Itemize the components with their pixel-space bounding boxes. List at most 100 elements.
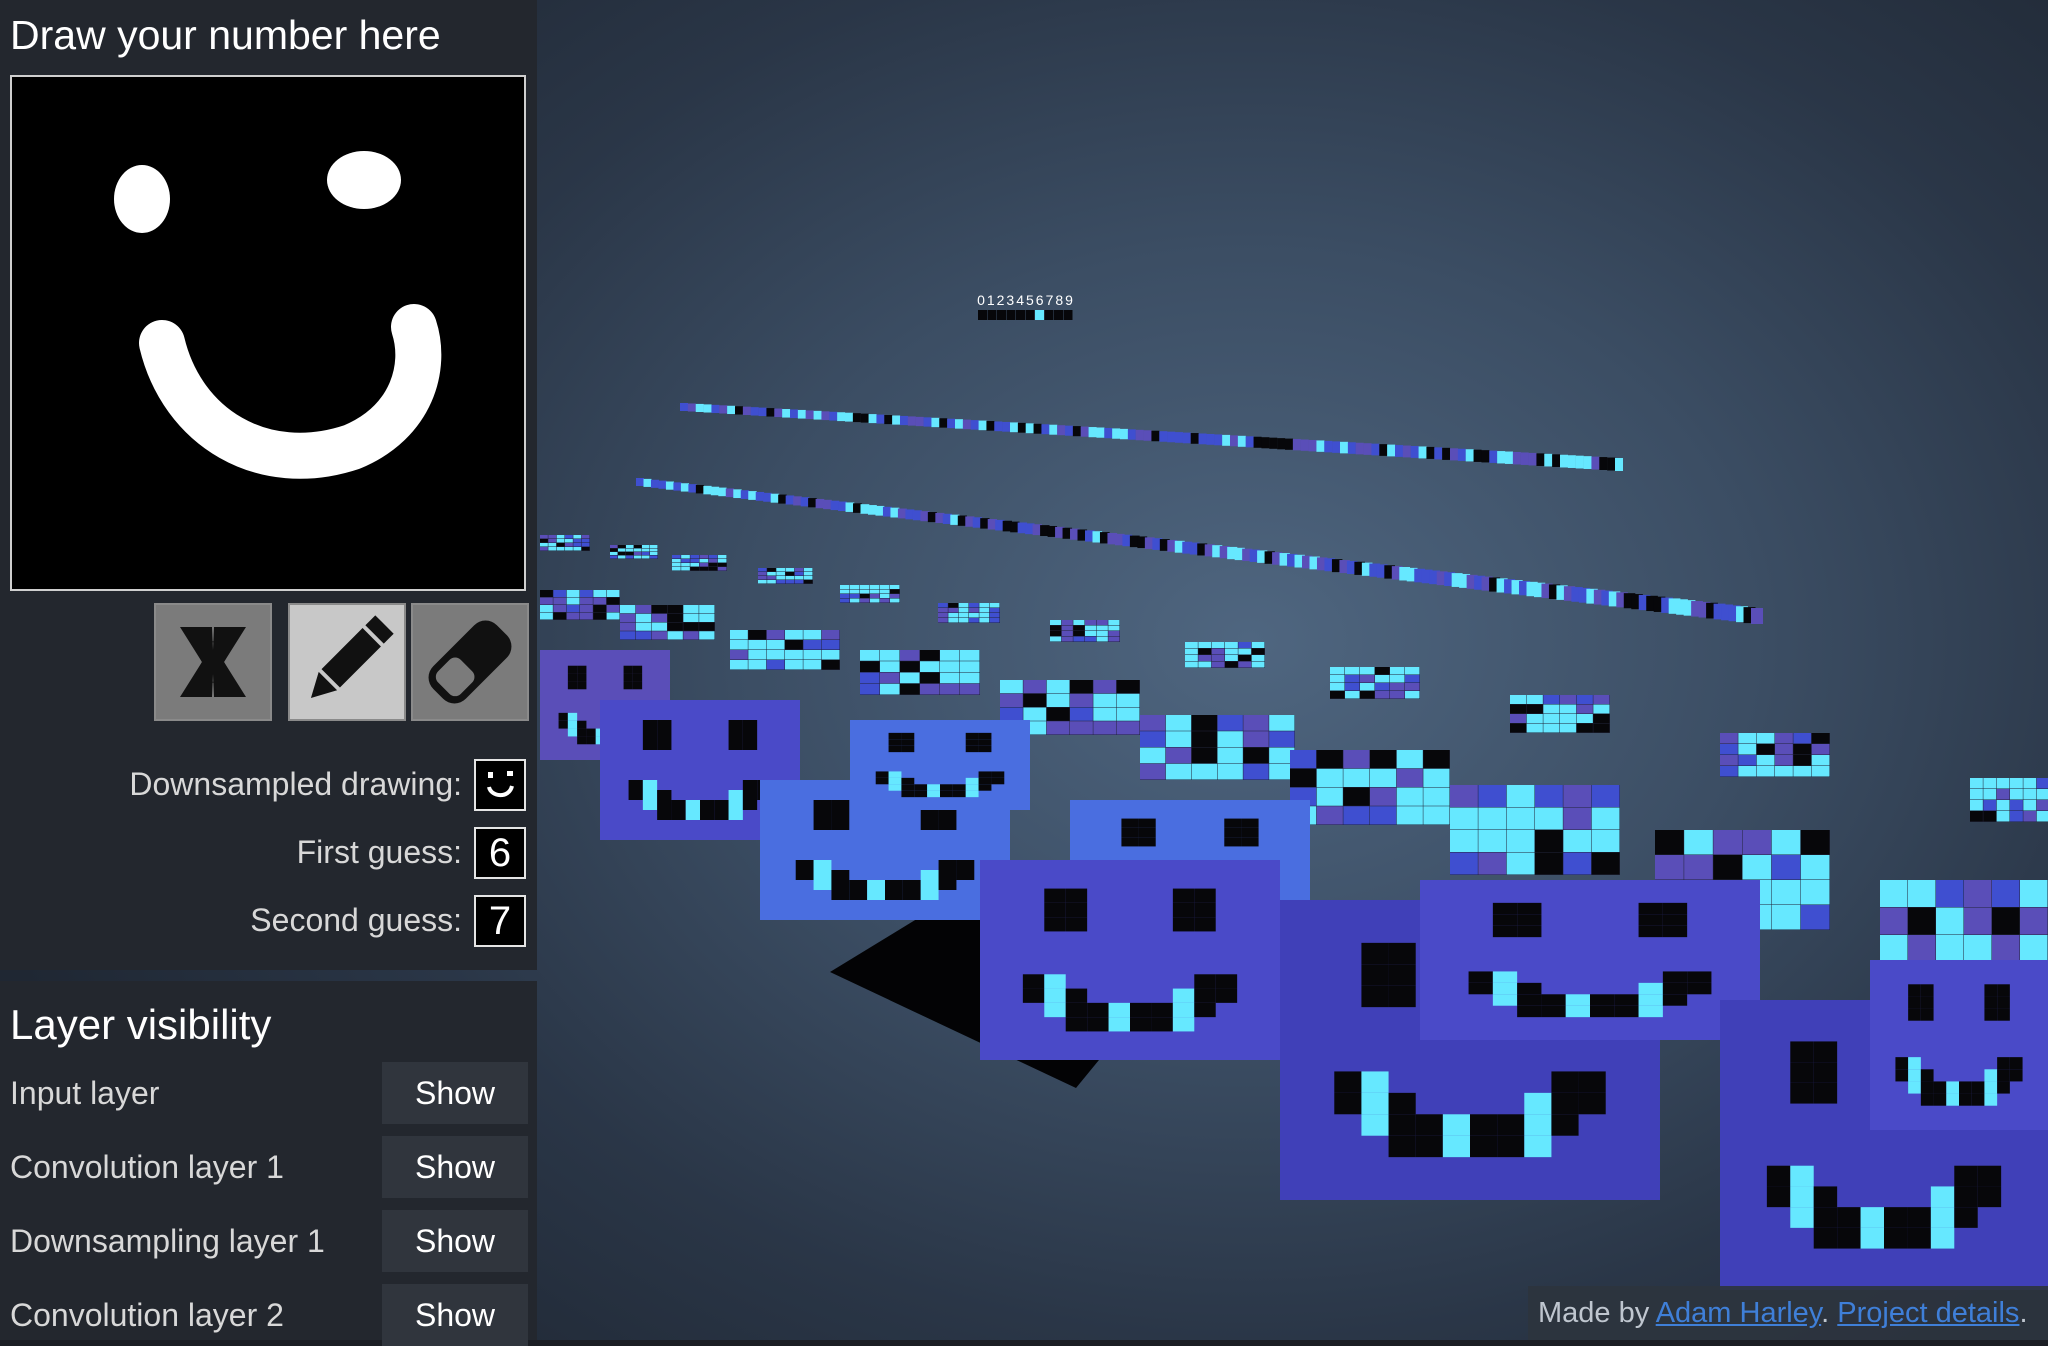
conv2-map-cell (553, 605, 567, 612)
conv1-map-cell (1959, 1081, 1972, 1094)
pool2-map-cell (860, 585, 870, 589)
dense-node (688, 484, 697, 493)
show-input-layer-button[interactable]: Show (382, 1062, 528, 1124)
conv1-map-cell (1813, 1062, 1838, 1083)
pool2-map-cell (767, 576, 776, 580)
drawing-canvas[interactable] (10, 75, 526, 591)
conv2-map-cell (580, 605, 593, 612)
conv2-map-cell (1243, 763, 1269, 780)
dense-node (1080, 426, 1089, 437)
conv1-map-cell (901, 790, 915, 798)
conv1-map-cell (567, 720, 578, 729)
dense-node (1033, 423, 1042, 434)
dense-node (797, 409, 806, 419)
layer-row-label-conv1: Convolution layer 1 (10, 1149, 284, 1185)
pool2-map-cell (2036, 778, 2048, 789)
pool2-map-cell (1238, 661, 1252, 668)
pool2-map-cell (581, 543, 590, 547)
dense-node (1512, 451, 1521, 465)
dense-node (695, 484, 705, 494)
dense-node (1065, 425, 1073, 436)
conv1-map-cell (1933, 1081, 1947, 1094)
dense-node (1751, 608, 1763, 624)
dense-node (680, 483, 690, 492)
conv2-map-cell (1140, 747, 1166, 764)
pool2-map-cell (708, 563, 718, 567)
conv1-map-cell (1087, 1017, 1109, 1032)
dense-node (845, 412, 853, 422)
conv1-map-cell (728, 740, 743, 750)
conv1-map-cell (888, 732, 902, 740)
conv2-map-cell (1908, 907, 1936, 935)
conv1-map-cell (1224, 837, 1242, 847)
pool2-map-cell (1251, 648, 1265, 655)
conv2-map-cell (540, 605, 553, 612)
conv1-map-cell (1044, 1002, 1066, 1018)
show-downsample1-layer-button[interactable]: Show (382, 1210, 528, 1272)
show-conv2-layer-button[interactable]: Show (382, 1284, 528, 1346)
conv2-map-cell (1046, 721, 1070, 735)
conv1-map-cell (991, 777, 1005, 785)
pool2-map-cell (880, 589, 890, 594)
pencil-button[interactable] (288, 603, 406, 721)
conv2-map-cell (553, 590, 567, 597)
conv1-map-cell (1065, 888, 1088, 903)
pool2-map-cell (1061, 631, 1073, 636)
dense-node (1457, 448, 1466, 461)
pool2-map-cell (1970, 778, 1983, 789)
conv2-map-cell (1070, 707, 1093, 721)
conv1-map-cell (1984, 1069, 1998, 1082)
clear-button[interactable] (154, 603, 272, 721)
pool2-map-cell (880, 598, 890, 603)
pool2-map-cell (870, 585, 880, 589)
conv2-map-cell (1116, 707, 1140, 721)
dense-node (815, 498, 825, 509)
dense-node (821, 411, 830, 421)
dense-node (725, 488, 735, 498)
dense-node (1300, 439, 1309, 451)
conv2-map-cell (748, 660, 767, 670)
pool2-map-cell (610, 552, 618, 555)
pool2-map-cell (650, 548, 658, 552)
conv2-map-cell (1563, 830, 1592, 852)
conv1-map-cell (1977, 1186, 2002, 1208)
pool2-map-cell (699, 567, 709, 571)
dense-node (955, 419, 963, 429)
dense-node (868, 414, 877, 424)
pool2-map-cell (1593, 695, 1610, 704)
conv1-map-cell (567, 728, 578, 737)
conv2-map-cell (683, 613, 699, 622)
dense-node (800, 497, 810, 507)
conv1-map-cell (1766, 1165, 1791, 1187)
conv2-map-cell (1713, 830, 1742, 855)
pool2-map-cell (1330, 675, 1345, 683)
conv1-map-cell (1790, 1082, 1814, 1104)
conv2-map-cell (1535, 830, 1563, 852)
dense-node (1198, 433, 1207, 445)
conv1-map-cell (628, 790, 643, 800)
pool2-map-cell (938, 603, 948, 608)
pool2-map-cell (565, 547, 573, 551)
pool2-map-cell (1996, 778, 2010, 789)
pool2-map-cell (758, 576, 767, 580)
pool2-map-cell (650, 545, 658, 548)
pool2-map-cell (1390, 683, 1405, 691)
pool2-map-cell (1345, 691, 1360, 699)
dense-node (1363, 443, 1372, 455)
pool2-map-cell (1510, 723, 1527, 733)
pool2-map-cell (785, 580, 795, 584)
conv2-map-cell (1591, 807, 1620, 830)
show-conv1-layer-button[interactable]: Show (382, 1136, 528, 1198)
dense-node (1127, 429, 1136, 440)
conv2-map-cell (1655, 855, 1684, 880)
conv1-map-cell (849, 880, 868, 890)
project-details-link[interactable]: Project details (1837, 1297, 2019, 1329)
conv1-map-cell (1151, 1017, 1173, 1032)
dense-node (1175, 432, 1183, 443)
eraser-button[interactable] (411, 603, 529, 721)
author-link[interactable]: Adam Harley (1656, 1297, 1821, 1329)
conv2-map-cell (960, 661, 980, 672)
conv1-map-cell (1930, 1207, 1955, 1228)
dense-node (718, 487, 727, 497)
conv1-map-cell (1790, 1186, 1814, 1208)
